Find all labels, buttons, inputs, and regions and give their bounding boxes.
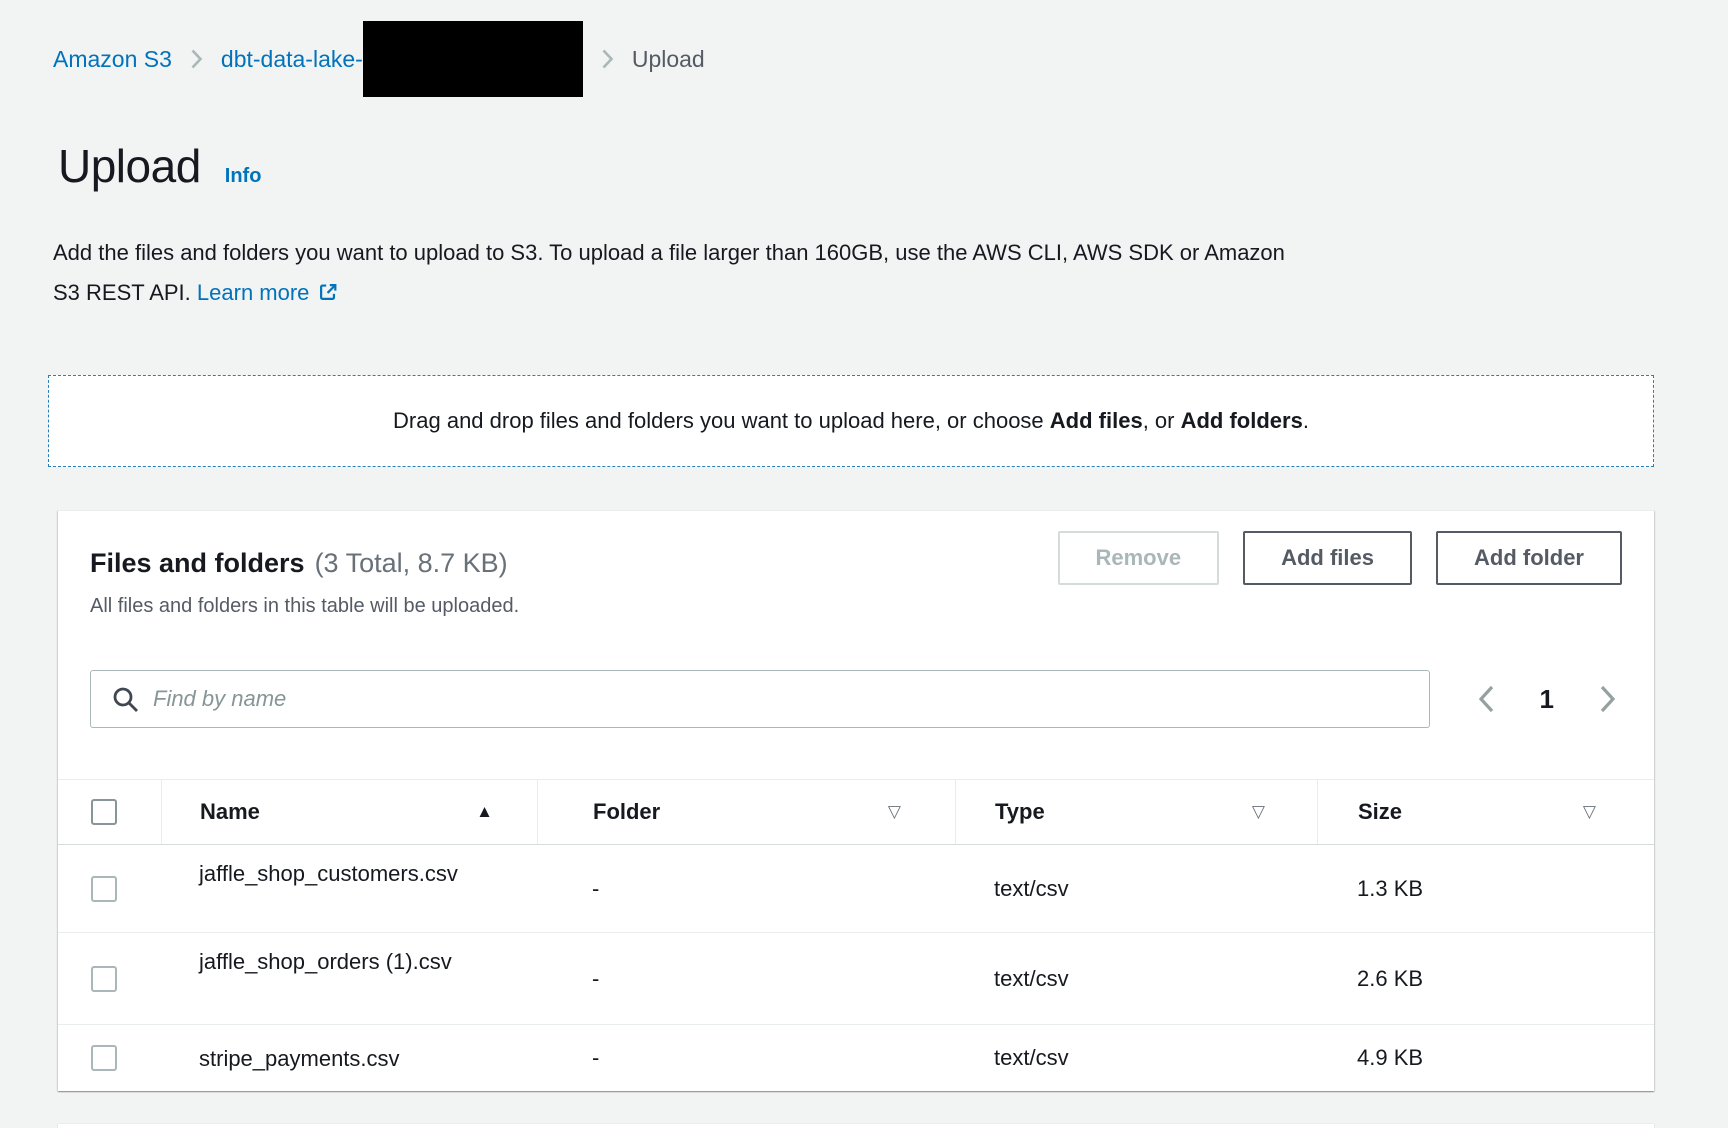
add-folder-button[interactable]: Add folder bbox=[1436, 531, 1622, 585]
breadcrumb-bucket-link[interactable]: dbt-data-lake- bbox=[221, 46, 363, 73]
learn-more-link[interactable]: Learn more bbox=[197, 280, 310, 305]
redacted-bucket-name bbox=[363, 21, 583, 97]
breadcrumb: Amazon S3 dbt-data-lake- Upload bbox=[53, 21, 1728, 97]
page-title: Upload bbox=[58, 139, 201, 193]
files-table: Name ▲ Folder ▽ Type ▽ Size ▽ jaffle_sho… bbox=[58, 779, 1654, 1091]
breadcrumb-separator-icon bbox=[601, 48, 614, 70]
previous-page-button[interactable] bbox=[1472, 679, 1500, 719]
sort-toggle-icon: ▽ bbox=[1252, 802, 1265, 822]
description-line2: S3 REST API. bbox=[53, 280, 191, 305]
dropzone[interactable]: Drag and drop files and folders you want… bbox=[48, 375, 1654, 467]
breadcrumb-amazon-s3[interactable]: Amazon S3 bbox=[53, 46, 172, 73]
remove-button[interactable]: Remove bbox=[1058, 531, 1220, 585]
file-name: jaffle_shop_orders (1).csv bbox=[199, 933, 499, 977]
files-panel: Files and folders(3 Total, 8.7 KB) All f… bbox=[58, 510, 1654, 1091]
file-folder: - bbox=[537, 1025, 955, 1091]
table-row: jaffle_shop_orders (1).csv - text/csv 2.… bbox=[58, 933, 1654, 1025]
info-link[interactable]: Info bbox=[225, 165, 262, 188]
description-line1: Add the files and folders you want to up… bbox=[53, 240, 1285, 265]
breadcrumb-separator-icon bbox=[190, 48, 203, 70]
next-page-button[interactable] bbox=[1594, 679, 1622, 719]
file-name: jaffle_shop_customers.csv bbox=[199, 845, 499, 889]
add-files-button[interactable]: Add files bbox=[1243, 531, 1412, 585]
file-type: text/csv bbox=[955, 933, 1317, 1024]
table-header-row: Name ▲ Folder ▽ Type ▽ Size ▽ bbox=[58, 779, 1654, 845]
table-row: stripe_payments.csv - text/csv 4.9 KB bbox=[58, 1025, 1654, 1091]
file-size: 2.6 KB bbox=[1317, 933, 1654, 1024]
dropzone-text: Drag and drop files and folders you want… bbox=[393, 408, 1309, 434]
column-header-name[interactable]: Name ▲ bbox=[161, 780, 537, 844]
file-folder: - bbox=[537, 933, 955, 1024]
file-name: stripe_payments.csv bbox=[199, 1043, 499, 1074]
select-all-checkbox[interactable] bbox=[91, 799, 117, 825]
row-checkbox[interactable] bbox=[91, 966, 117, 992]
panel-title: Files and folders(3 Total, 8.7 KB) bbox=[90, 543, 519, 583]
file-folder: - bbox=[537, 845, 955, 932]
column-header-type[interactable]: Type ▽ bbox=[955, 780, 1317, 844]
pagination: 1 bbox=[1472, 679, 1622, 719]
panel-subtitle: All files and folders in this table will… bbox=[90, 591, 519, 621]
file-size: 1.3 KB bbox=[1317, 845, 1654, 932]
external-link-icon bbox=[317, 276, 339, 316]
sort-ascending-icon: ▲ bbox=[476, 802, 493, 822]
page-description: Add the files and folders you want to up… bbox=[53, 233, 1673, 316]
search-icon bbox=[112, 686, 139, 718]
row-checkbox[interactable] bbox=[91, 1045, 117, 1071]
current-page-number[interactable]: 1 bbox=[1540, 684, 1554, 715]
table-row: jaffle_shop_customers.csv - text/csv 1.3… bbox=[58, 845, 1654, 933]
breadcrumb-current-upload: Upload bbox=[632, 46, 705, 73]
file-size: 4.9 KB bbox=[1317, 1025, 1654, 1091]
row-checkbox[interactable] bbox=[91, 876, 117, 902]
select-all-cell bbox=[58, 780, 161, 844]
sort-toggle-icon: ▽ bbox=[888, 802, 901, 822]
column-header-folder[interactable]: Folder ▽ bbox=[537, 780, 955, 844]
file-type: text/csv bbox=[955, 1025, 1317, 1091]
search-input[interactable] bbox=[90, 670, 1430, 728]
panel-count-summary: (3 Total, 8.7 KB) bbox=[315, 548, 508, 578]
file-type: text/csv bbox=[955, 845, 1317, 932]
sort-toggle-icon: ▽ bbox=[1583, 802, 1596, 822]
column-header-size[interactable]: Size ▽ bbox=[1317, 780, 1654, 844]
next-section-card bbox=[58, 1123, 1654, 1128]
